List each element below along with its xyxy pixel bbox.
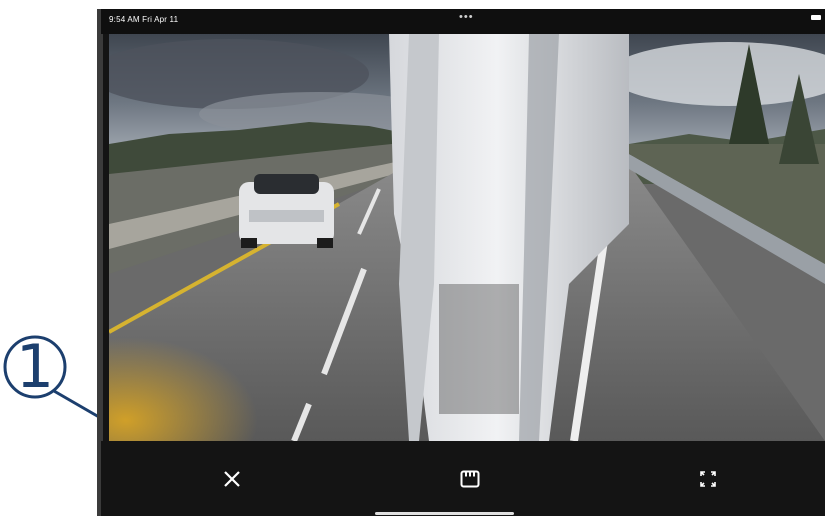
tablet-bezel	[97, 9, 103, 516]
expand-icon	[700, 471, 716, 487]
ellipsis-icon[interactable]: •••	[459, 11, 474, 23]
camera-image	[109, 34, 825, 441]
sd-card-icon	[460, 470, 480, 488]
battery-icon	[811, 15, 821, 20]
status-time: 9:54 AM Fri Apr 11	[109, 15, 179, 24]
bottom-toolbar	[101, 441, 825, 516]
status-bar: 9:54 AM Fri Apr 11 •••	[101, 9, 825, 34]
save-button[interactable]	[452, 461, 488, 497]
fullscreen-button[interactable]	[690, 461, 726, 497]
tablet-screen: 9:54 AM Fri Apr 11 •••	[97, 9, 825, 516]
callout-number: 1	[15, 332, 55, 402]
camera-feed	[109, 34, 825, 441]
close-icon	[224, 471, 240, 487]
close-button[interactable]	[214, 461, 250, 497]
home-indicator[interactable]	[375, 512, 514, 515]
